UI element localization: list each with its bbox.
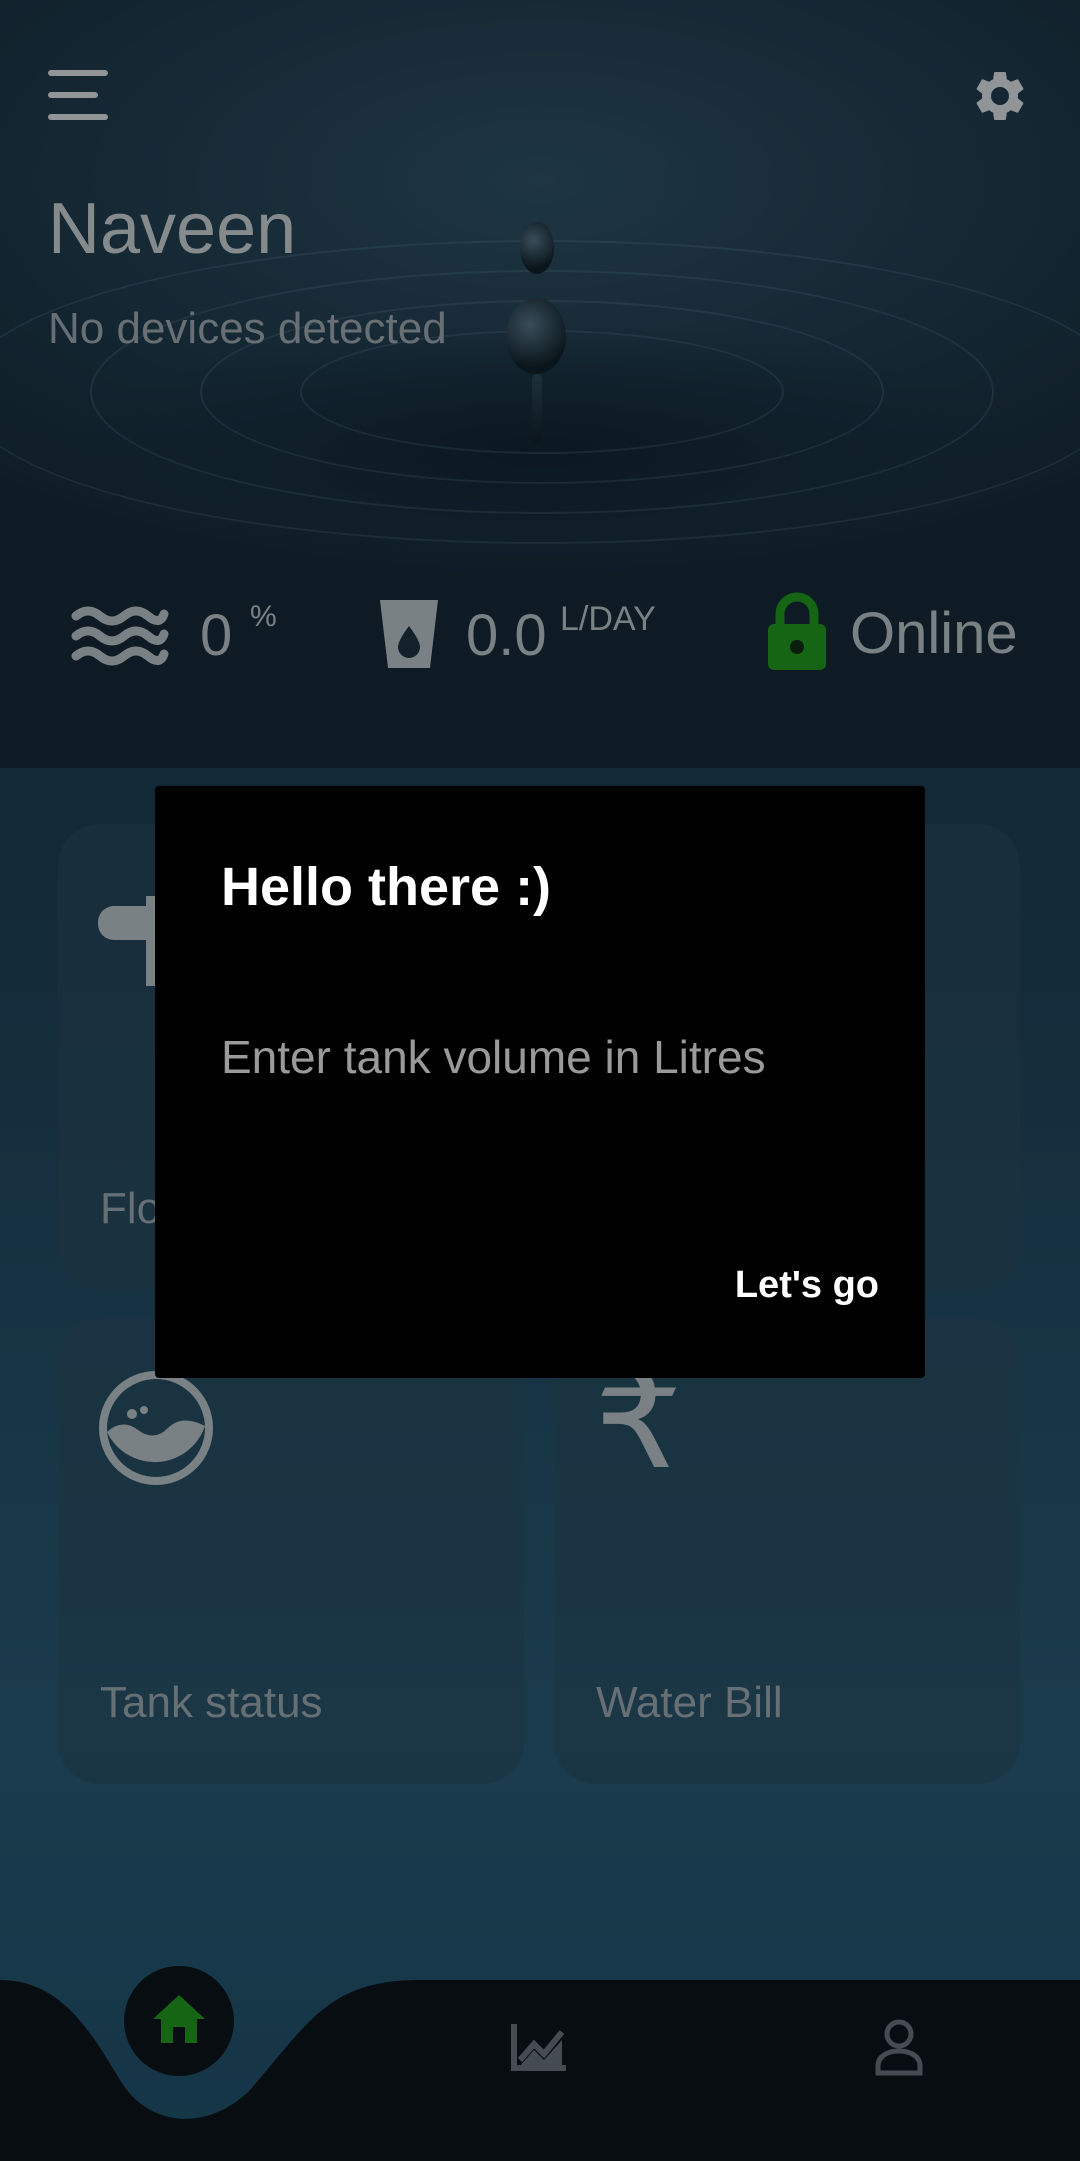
dialog-title: Hello there :): [221, 857, 552, 917]
lets-go-button[interactable]: Let's go: [735, 1264, 879, 1307]
tank-volume-input[interactable]: [221, 1022, 861, 1092]
tank-volume-dialog: Hello there :) Let's go: [155, 786, 925, 1378]
